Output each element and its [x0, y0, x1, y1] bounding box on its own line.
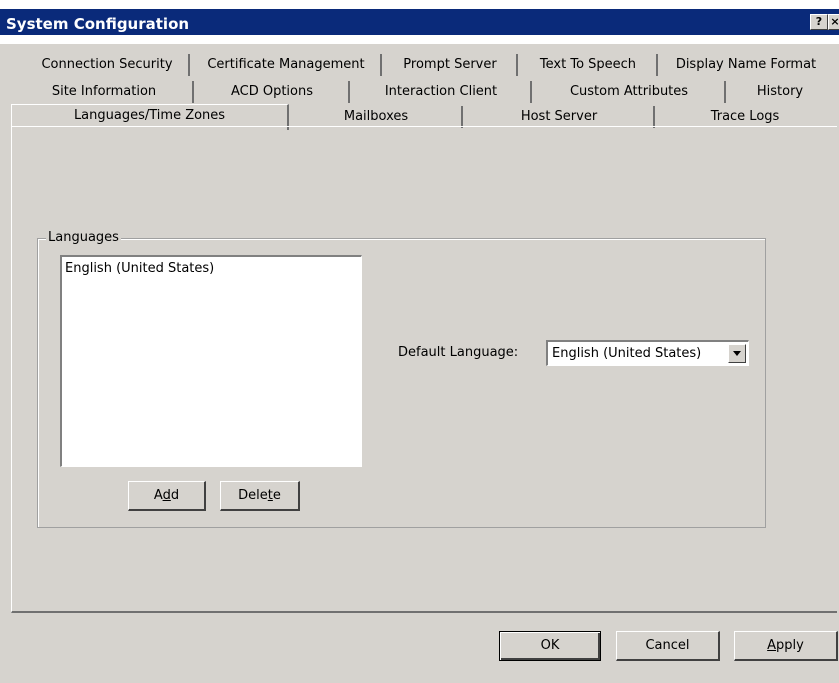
tab-connection-security[interactable]: Connection Security: [26, 54, 190, 76]
languages-group-label: Languages: [46, 230, 121, 245]
tab-row-2: Site Information ACD Options Interaction…: [0, 81, 839, 103]
tab-interaction-client[interactable]: Interaction Client: [352, 81, 532, 103]
apply-button[interactable]: Apply: [734, 631, 838, 661]
ok-button[interactable]: OK: [499, 631, 601, 661]
tab-prompt-server[interactable]: Prompt Server: [384, 54, 518, 76]
cancel-button[interactable]: Cancel: [616, 631, 720, 661]
tab-text-to-speech[interactable]: Text To Speech: [520, 54, 658, 76]
window-title: System Configuration: [6, 15, 190, 33]
tab-history[interactable]: History: [728, 81, 832, 103]
apply-label-accel: A: [767, 638, 777, 653]
chevron-down-icon[interactable]: [728, 344, 746, 363]
language-list-item[interactable]: English (United States): [65, 261, 214, 276]
default-language-value: English (United States): [552, 346, 702, 361]
tab-host-server[interactable]: Host Server: [465, 106, 655, 128]
tab-row-1: Connection Security Certificate Manageme…: [0, 54, 839, 76]
tab-acd-options[interactable]: ACD Options: [196, 81, 350, 103]
title-bar: System Configuration ? ×: [0, 0, 839, 44]
tab-trace-logs[interactable]: Trace Logs: [657, 106, 833, 128]
default-language-label: Default Language:: [398, 345, 519, 360]
add-label-pre: A: [153, 488, 163, 503]
default-language-dropdown[interactable]: English (United States): [546, 340, 749, 366]
add-label-accel: d: [162, 488, 171, 503]
help-button[interactable]: ?: [810, 14, 828, 30]
tab-display-name-format[interactable]: Display Name Format: [660, 54, 832, 76]
add-button[interactable]: Add: [128, 481, 206, 511]
apply-label-post: pply: [776, 638, 804, 653]
system-configuration-window: System Configuration ? × Connection Secu…: [0, 0, 839, 683]
tab-site-information[interactable]: Site Information: [16, 81, 194, 103]
add-label-post: d: [170, 488, 180, 503]
tab-certificate-management[interactable]: Certificate Management: [192, 54, 382, 76]
tab-row-3: Languages/Time Zones Mailboxes Host Serv…: [0, 104, 839, 130]
tab-mailboxes[interactable]: Mailboxes: [291, 106, 463, 128]
delete-button[interactable]: Delete: [220, 481, 300, 511]
delete-label-pre: Dele: [238, 488, 268, 503]
delete-label-post: e: [272, 488, 281, 503]
tab-custom-attributes[interactable]: Custom Attributes: [534, 81, 726, 103]
close-button[interactable]: ×: [828, 14, 839, 30]
languages-listbox[interactable]: English (United States): [60, 255, 362, 467]
